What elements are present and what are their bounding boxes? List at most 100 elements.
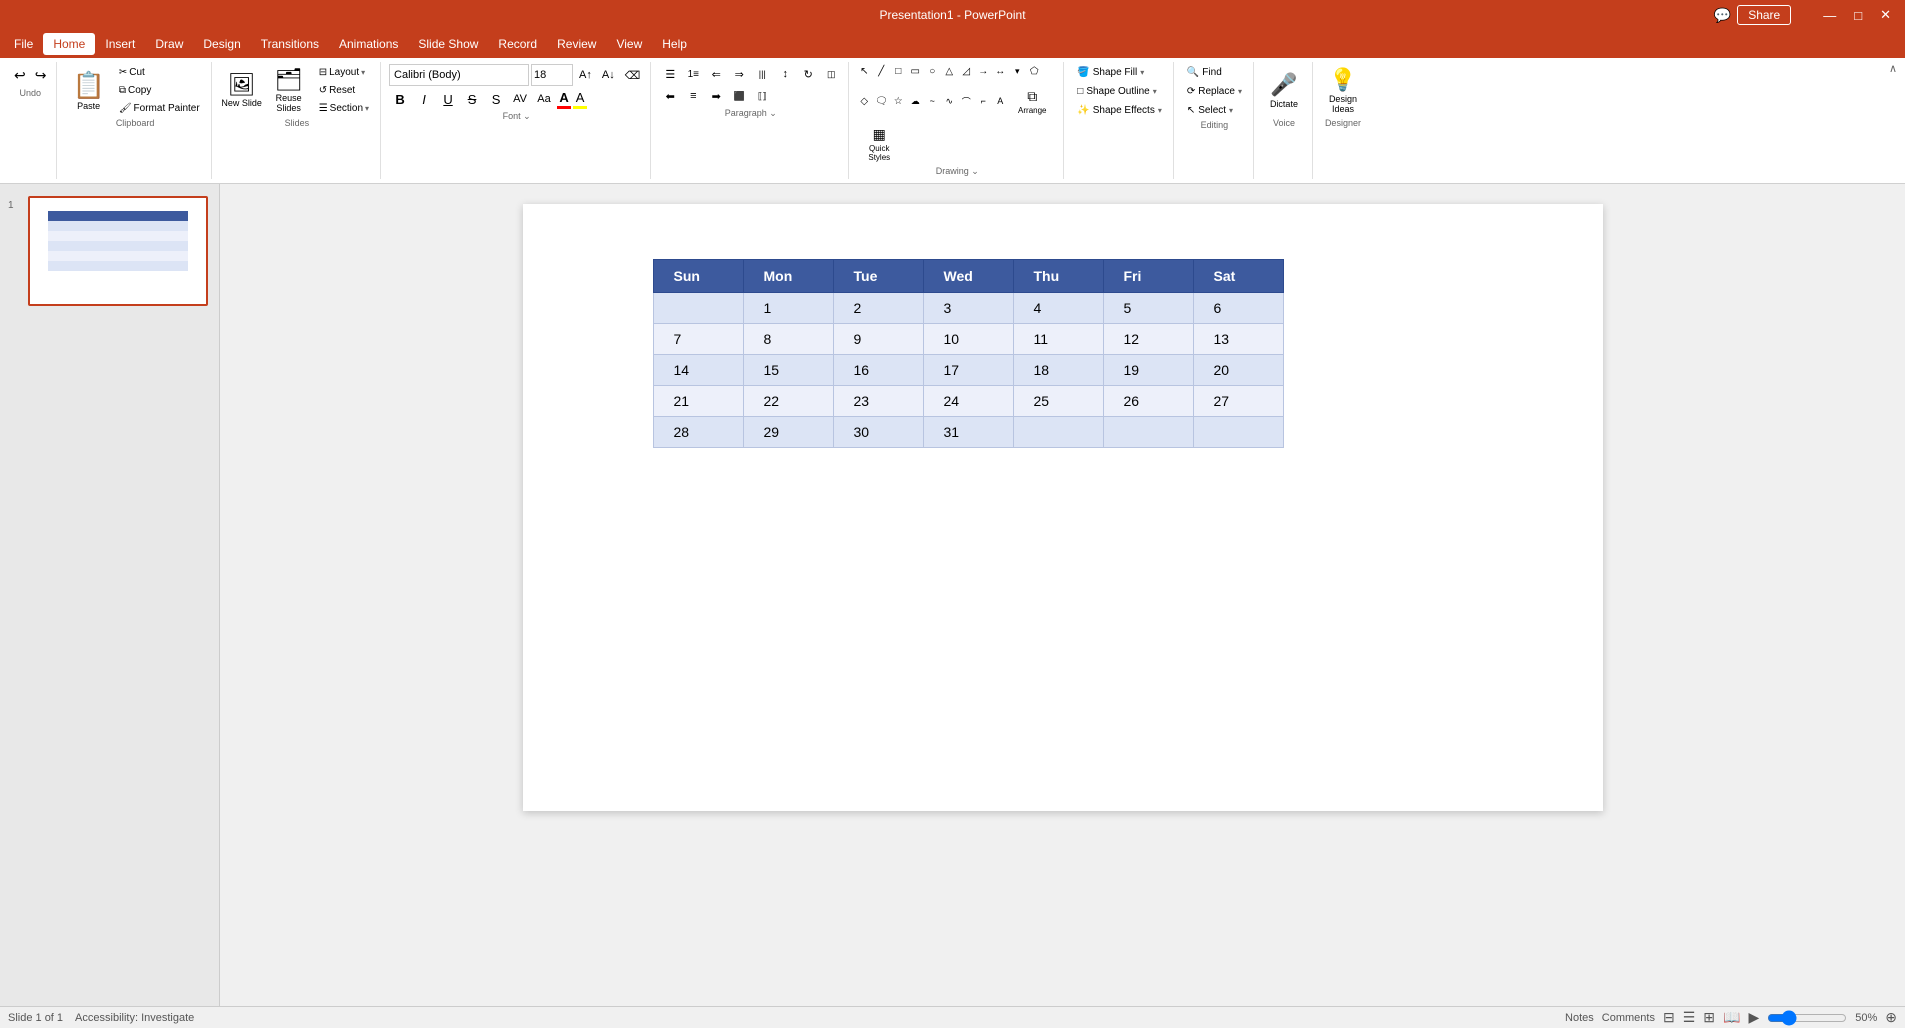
shape-outline-dropdown[interactable]: ▾ [1153,87,1157,96]
bold-button[interactable]: B [389,89,411,109]
bullets-button[interactable]: ☰ [659,64,681,84]
align-left-button[interactable]: ⬅ [659,86,681,106]
select-button[interactable]: ↖ Select ▾ [1182,102,1247,118]
ribbon-collapse-button[interactable]: ∧ [1885,60,1901,77]
menu-home[interactable]: Home [43,33,95,55]
callout-tool[interactable]: 🗨 [874,94,888,108]
cut-button[interactable]: ✂ Cut [114,64,205,80]
undo-button[interactable]: ↩ [10,64,30,86]
slide-thumb[interactable] [28,196,208,306]
char-spacing-button[interactable]: AV [509,89,531,109]
shape-effects-button[interactable]: ✨ Shape Effects ▾ [1072,102,1167,118]
find-button[interactable]: 🔍 Find [1182,64,1247,80]
connector-tool[interactable]: ⌒ [959,94,973,108]
menu-draw[interactable]: Draw [145,33,193,55]
change-case-button[interactable]: Aa [533,89,555,109]
shape-effects-dropdown[interactable]: ▾ [1158,106,1162,115]
freeform-tool[interactable]: ∿ [942,94,956,108]
redo-button[interactable]: ↪ [31,64,51,86]
design-ideas-button[interactable]: 💡 Design Ideas [1321,64,1365,116]
increase-indent-button[interactable]: ⇒ [728,64,750,84]
quick-styles-button[interactable]: ▦ Quick Styles [857,124,901,164]
menu-design[interactable]: Design [193,33,250,55]
layout-button[interactable]: ⊟ Layout ▾ [314,64,374,80]
highlight-color-button[interactable]: A [573,90,587,109]
clear-formatting-button[interactable]: ⌫ [621,66,645,84]
font-grow-button[interactable]: A↑ [575,66,596,84]
columns-button[interactable]: ||| [751,64,773,84]
notes-button[interactable]: Notes [1565,1012,1594,1024]
font-expand-icon[interactable]: ⌄ [523,111,531,121]
star-tool[interactable]: ☆ [891,94,905,108]
select-dropdown[interactable]: ▾ [1229,106,1233,115]
shape-outline-button[interactable]: □ Shape Outline ▾ [1072,83,1167,99]
paragraph-expand-icon[interactable]: ⌄ [769,108,777,118]
font-size-input[interactable] [531,64,573,86]
calendar-table-container[interactable]: Sun Mon Tue Wed Thu Fri Sat 123456789101… [653,259,1284,448]
elbow-tool[interactable]: ⌐ [976,94,990,108]
diamond-tool[interactable]: ◇ [857,94,871,108]
menu-review[interactable]: Review [547,33,606,55]
menu-view[interactable]: View [606,33,652,55]
view-outline[interactable]: ☰ [1683,1009,1696,1026]
decrease-indent-button[interactable]: ⇐ [705,64,727,84]
format-painter-button[interactable]: 🖌 Format Painter [114,100,205,116]
view-slide-sorter[interactable]: ⊞ [1703,1009,1715,1026]
menu-animations[interactable]: Animations [329,33,408,55]
double-arrow-tool[interactable]: ↔ [993,64,1007,78]
reuse-slides-button[interactable]: 🗂 Reuse Slides [267,64,311,116]
rect-tool[interactable]: □ [891,64,905,78]
close-button[interactable]: ✕ [1874,5,1897,25]
underline-button[interactable]: U [437,89,459,109]
reset-button[interactable]: ↺ Reset [314,82,374,98]
line-spacing-button[interactable]: ↕ [774,64,796,84]
circle-tool[interactable]: ○ [925,64,939,78]
fit-slide-button[interactable]: ⊕ [1885,1009,1897,1026]
pentagon-tool[interactable]: ⬠ [1027,64,1041,78]
menu-insert[interactable]: Insert [95,33,145,55]
textbox-tool[interactable]: A [993,94,1007,108]
new-slide-button[interactable]: 🖼 New Slide [220,64,264,116]
more-shapes-btn[interactable]: ▾ [1010,64,1024,78]
comments-button[interactable]: Comments [1602,1012,1655,1024]
comment-icon[interactable]: 💬 [1714,7,1731,24]
justify-button[interactable]: ⬛ [728,86,750,106]
arrange-button[interactable]: ⧉ Arrange [1010,81,1054,121]
menu-file[interactable]: File [4,33,43,55]
shape-fill-button[interactable]: 🪣 Shape Fill ▾ [1072,64,1167,80]
view-reading[interactable]: 📖 [1723,1009,1740,1026]
menu-slideshow[interactable]: Slide Show [408,33,488,55]
strikethrough-button[interactable]: S [461,89,483,109]
smart-art-button[interactable]: ◫ [820,64,842,84]
drawing-expand-icon[interactable]: ⌄ [971,166,979,176]
cursor-tool[interactable]: ↖ [857,64,871,78]
curve-tool[interactable]: ~ [925,94,939,108]
font-name-input[interactable] [389,64,529,86]
paste-button[interactable]: 📋 Paste [65,64,111,116]
align-right-button[interactable]: ➡ [705,86,727,106]
slide-canvas[interactable]: Sun Mon Tue Wed Thu Fri Sat 123456789101… [523,204,1603,811]
align-center-button[interactable]: ≡ [682,86,704,106]
dictate-button[interactable]: 🎤 Dictate [1262,64,1306,116]
minimize-button[interactable]: — [1817,6,1842,25]
font-color-button[interactable]: A [557,90,571,109]
slide-thumbnail-item[interactable]: 1 [6,194,213,308]
italic-button[interactable]: I [413,89,435,109]
shape-fill-dropdown[interactable]: ▾ [1140,68,1144,77]
view-normal[interactable]: ⊟ [1663,1009,1675,1026]
maximize-button[interactable]: □ [1848,6,1868,25]
main-canvas[interactable]: Sun Mon Tue Wed Thu Fri Sat 123456789101… [220,184,1905,1006]
menu-transitions[interactable]: Transitions [251,33,329,55]
replace-button[interactable]: ⟳ Replace ▾ [1182,83,1247,99]
font-shrink-button[interactable]: A↓ [598,66,619,84]
zoom-slider[interactable] [1767,1011,1847,1025]
menu-help[interactable]: Help [652,33,697,55]
share-button[interactable]: Share [1737,5,1791,25]
copy-button[interactable]: ⧉ Copy [114,82,205,98]
rt-triangle-tool[interactable]: ◿ [959,64,973,78]
section-button[interactable]: ☰ Section ▾ [314,100,374,116]
cloud-tool[interactable]: ☁ [908,94,922,108]
view-slideshow[interactable]: ▶ [1748,1009,1759,1026]
triangle-tool[interactable]: △ [942,64,956,78]
rounded-rect-tool[interactable]: ▭ [908,64,922,78]
